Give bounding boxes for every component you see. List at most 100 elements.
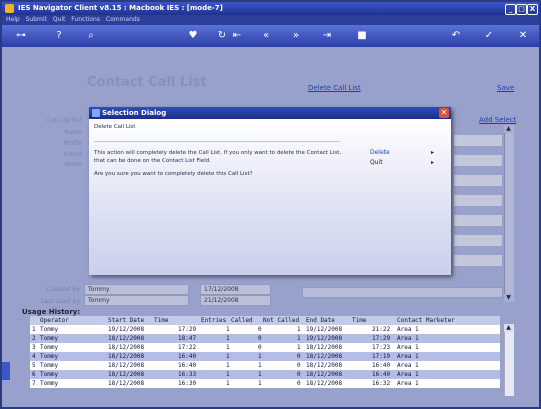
cell-et: 16:32 [372,380,391,387]
cell-st: 17:22 [178,344,197,351]
cell-ca: 1 [258,362,262,369]
cell-nc: 0 [297,353,301,360]
cell-sd: 18/12/2008 [108,344,145,351]
scroll-up-icon[interactable]: ▲ [504,125,513,133]
table-row[interactable]: 5 Tommy 18/12/2008 16:40 1 1 0 18/12/2008 16:40 A… [30,361,500,370]
cell-et: 17:29 [372,335,391,342]
cell-sd: 18/12/2008 [108,362,145,369]
created-date-field: 17/12/2008 [200,284,271,295]
search-icon[interactable]: ⌕ [84,29,98,43]
dialog-icon [92,109,100,117]
toolbar: ⊶ ? ⌕ ♥ ↻ ⇤ « » ⇥ ■ ↶ ✓ ✕ [2,25,539,47]
heart-icon[interactable]: ♥ [186,29,200,43]
table-row[interactable]: 3 Tommy 18/12/2008 17:22 1 0 1 18/12/2008 17:23 A… [30,343,500,352]
last-icon[interactable]: ⇥ [320,29,334,43]
close-button[interactable]: X [527,4,538,15]
col-end-time: Time [352,317,367,324]
list-row[interactable] [454,175,502,186]
menu-commands[interactable]: Commands [106,16,140,23]
cell-ed: 18/12/2008 [306,371,343,378]
cell-op: Tommy [40,362,59,369]
side-tab[interactable] [2,362,10,380]
first-icon[interactable]: ⇤ [230,29,244,43]
cell-n: 6 [32,371,36,378]
label-last-used-by: Last Used By [41,298,80,305]
dialog-divider [94,141,340,142]
cell-st: 18:47 [178,335,197,342]
ok-icon[interactable]: ✓ [482,29,496,43]
dialog-close-icon[interactable]: ✕ [439,108,449,118]
table-row[interactable]: 6 Tommy 18/12/2008 16:33 1 1 0 18/12/2008 16:40 A… [30,370,500,379]
menu-bar: Help Submit Quit Functions Commands [2,15,539,25]
created-by-field: Tommy [84,284,189,295]
refresh-icon[interactable]: ↻ [215,29,229,43]
key-icon[interactable]: ⊶ [10,29,32,43]
col-not-called: Not Called [263,317,300,324]
title-bar: IES Navigator Client v8.15 : Macbook IES… [2,2,539,15]
menu-functions[interactable]: Functions [71,16,100,23]
list-scrollbar[interactable] [504,125,514,302]
dialog-title-bar: Selection Dialog ✕ [89,107,451,119]
cell-sd: 18/12/2008 [108,353,145,360]
minimize-button[interactable]: _ [505,4,516,15]
cell-n: 7 [32,380,36,387]
cell-op: Tommy [40,326,59,333]
option-delete[interactable]: Delete [370,149,390,156]
back-icon[interactable]: ↶ [449,29,463,43]
cell-n: 3 [32,344,36,351]
label-profile: Profile [63,140,82,147]
table-row[interactable]: 1 Tommy 19/12/2008 17:29 1 0 1 19/12/2008 21:22 A… [30,325,500,334]
prev-icon[interactable]: « [259,29,273,43]
cell-st: 17:29 [178,326,197,333]
list-row[interactable] [454,195,502,206]
cell-st: 16:30 [178,380,197,387]
selection-dialog: Selection Dialog ✕ Delete Call List This… [89,107,451,275]
list-row[interactable] [454,255,502,266]
menu-help[interactable]: Help [6,16,20,23]
option-quit[interactable]: Quit [370,159,383,166]
cell-cm: Area 1 [397,335,419,342]
maximize-button[interactable]: □ [516,4,527,15]
cell-ed: 18/12/2008 [306,380,343,387]
dialog-title: Selection Dialog [102,109,167,117]
scroll-down-icon[interactable]: ▼ [504,294,513,302]
table-row[interactable]: 7 Tommy 18/12/2008 16:30 1 1 0 18/12/2008 16:32 A… [30,379,500,388]
usage-scroll-up-icon[interactable]: ▲ [504,324,513,332]
cell-st: 16:40 [178,362,197,369]
usage-scrollbar[interactable] [504,324,514,396]
cell-nc: 0 [297,362,301,369]
cell-ed: 18/12/2008 [306,353,343,360]
cell-en: 1 [226,380,230,387]
stop-icon[interactable]: ■ [355,29,369,43]
delete-call-list-link[interactable]: Delete Call List [308,84,361,92]
dialog-subtitle: Delete Call List [94,124,136,130]
cell-et: 17:19 [372,353,391,360]
list-row[interactable] [454,235,502,246]
table-row[interactable]: 4 Tommy 18/12/2008 16:40 1 1 0 18/12/2008 17:19 A… [30,352,500,361]
dialog-question: Are you sure you want to completely dele… [94,171,253,177]
notes-box[interactable] [302,287,503,298]
cancel-icon[interactable]: ✕ [516,29,530,43]
add-select-link[interactable]: Add Select [479,116,516,124]
dialog-body: Delete Call List This action will comple… [89,119,451,275]
menu-submit[interactable]: Submit [26,16,47,23]
cell-nc: 1 [297,335,301,342]
list-row[interactable] [454,155,502,166]
cell-cm: Area 1 [397,353,419,360]
table-row[interactable]: 2 Tommy 18/12/2008 18:47 1 0 1 19/12/2008 17:29 A… [30,334,500,343]
label-name: Name [64,129,82,136]
list-row[interactable] [454,135,502,146]
menu-quit[interactable]: Quit [53,16,66,23]
cell-et: 21:22 [372,326,391,333]
save-link[interactable]: Save [497,84,514,92]
dialog-message: This action will completely delete the C… [94,150,342,164]
list-row[interactable] [454,215,502,226]
cell-sd: 19/12/2008 [108,326,145,333]
cell-en: 1 [226,353,230,360]
chevron-right-icon: ▸ [431,159,435,166]
col-contact-marketer: Contact Marketer [397,317,455,324]
next-icon[interactable]: » [289,29,303,43]
help-icon[interactable]: ? [52,29,66,43]
cell-op: Tommy [40,380,59,387]
col-operator: Operator [40,317,69,324]
